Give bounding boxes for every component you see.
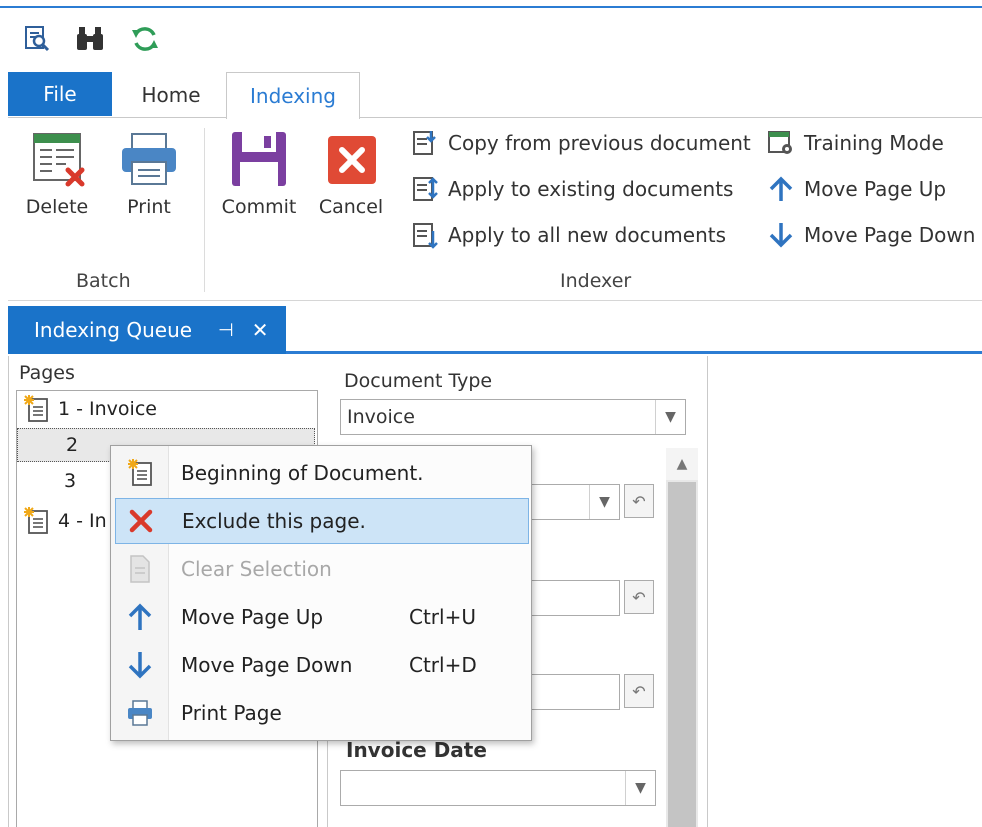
context-menu: Beginning of Document. Exclude this page… [110, 445, 532, 741]
scroll-up-button[interactable]: ▲ [666, 448, 698, 480]
document-type-label: Document Type [344, 370, 493, 392]
tree-item-label: 2 [66, 434, 79, 456]
training-mode-icon [766, 128, 796, 158]
menu-item-clear-selection[interactable]: Clear Selection [115, 546, 529, 592]
new-document-icon [22, 506, 50, 536]
menu-item-label: Beginning of Document. [181, 461, 424, 485]
refresh-icon[interactable] [130, 24, 160, 54]
close-icon[interactable]: ✕ [252, 318, 269, 342]
menu-item-label: Move Page Down [181, 653, 353, 677]
ribbon-separator [204, 128, 205, 292]
ribbon-move-page-down-button[interactable]: Move Page Down [766, 220, 975, 250]
undo-field-button[interactable]: ↶ [624, 484, 654, 518]
apply-existing-icon [410, 174, 440, 204]
menu-item-label: Exclude this page. [182, 509, 366, 533]
apply-existing-label: Apply to existing documents [448, 177, 734, 201]
apply-new-icon [410, 220, 440, 250]
pages-label: Pages [19, 362, 75, 384]
copy-document-icon [410, 128, 440, 158]
arrow-down-icon [115, 650, 165, 680]
blank-page-icon [115, 554, 165, 584]
indexing-queue-title: Indexing Queue [34, 318, 193, 342]
invoice-date-label: Invoice Date [346, 738, 487, 762]
cancel-button[interactable]: Cancel [314, 130, 388, 218]
tab-home[interactable]: Home [118, 72, 224, 118]
chevron-down-icon[interactable]: ▼ [655, 400, 685, 434]
menu-item-shortcut: Ctrl+D [409, 653, 477, 677]
red-x-icon [116, 508, 166, 534]
print-label: Print [127, 196, 171, 218]
invoice-date-select[interactable]: ▼ [340, 770, 656, 806]
copy-previous-label: Copy from previous document [448, 131, 751, 155]
tree-item-label: 3 [64, 470, 77, 492]
new-document-icon [115, 458, 165, 488]
tab-indexing[interactable]: Indexing [226, 72, 360, 119]
batch-group-label: Batch [76, 270, 131, 292]
undo-field-button[interactable]: ↶ [624, 674, 654, 708]
menu-item-move-page-up[interactable]: Move Page Up Ctrl+U [115, 594, 529, 640]
tree-item-page-4[interactable]: 4 - In [22, 506, 107, 536]
ribbon-move-page-up-button[interactable]: Move Page Up [766, 174, 946, 204]
window-top-bar [0, 0, 982, 8]
move-page-up-label: Move Page Up [804, 177, 947, 201]
tab-file[interactable]: File [8, 72, 112, 116]
chevron-down-icon[interactable]: ▼ [589, 485, 619, 519]
menu-item-label: Print Page [181, 701, 282, 725]
chevron-down-icon[interactable]: ▼ [625, 771, 655, 805]
delete-label: Delete [25, 196, 89, 218]
tree-item-label: 1 - Invoice [58, 398, 157, 420]
search-document-icon[interactable] [22, 24, 52, 54]
delete-button[interactable]: Delete [20, 130, 94, 218]
tree-item-page-1[interactable]: 1 - Invoice [22, 394, 157, 424]
document-type-select[interactable]: Invoice ▼ [340, 399, 686, 435]
menu-item-label: Move Page Up [181, 605, 324, 629]
copy-previous-button[interactable]: Copy from previous document [410, 128, 751, 158]
training-mode-button[interactable]: Training Mode [766, 128, 944, 158]
menu-item-print-page[interactable]: Print Page [115, 690, 529, 736]
delete-batch-icon [33, 133, 85, 187]
arrow-up-icon [115, 602, 165, 632]
apply-existing-button[interactable]: Apply to existing documents [410, 174, 733, 204]
apply-new-label: Apply to all new documents [448, 223, 727, 247]
tree-item-label: 4 - In [58, 510, 107, 532]
cancel-x-icon [328, 136, 376, 184]
undo-field-button[interactable]: ↶ [624, 580, 654, 614]
commit-label: Commit [221, 196, 297, 218]
document-type-value: Invoice [347, 406, 415, 428]
binoculars-icon[interactable] [74, 24, 106, 54]
menu-item-exclude-page[interactable]: Exclude this page. [115, 498, 529, 544]
quick-access-toolbar [0, 10, 982, 72]
ribbon-tab-row: File Home Indexing [0, 72, 982, 119]
arrow-up-icon [766, 174, 796, 204]
menu-item-label: Clear Selection [181, 557, 332, 581]
apply-new-button[interactable]: Apply to all new documents [410, 220, 726, 250]
tree-item-page-3[interactable]: 3 [64, 470, 76, 492]
save-disk-icon [232, 132, 286, 186]
menu-item-beginning-of-document[interactable]: Beginning of Document. [115, 450, 529, 496]
printer-icon [122, 133, 176, 185]
commit-button[interactable]: Commit [220, 130, 298, 218]
move-page-down-label: Move Page Down [804, 223, 976, 247]
ribbon-panel: Delete Print Batch Commit Cancel Copy fr… [8, 117, 982, 301]
pin-icon[interactable]: ⊣ [218, 320, 234, 341]
indexing-queue-tab[interactable]: Indexing Queue ⊣ ✕ [8, 306, 286, 354]
printer-icon [115, 699, 165, 727]
menu-item-move-page-down[interactable]: Move Page Down Ctrl+D [115, 642, 529, 688]
menu-item-shortcut: Ctrl+U [409, 605, 476, 629]
training-mode-label: Training Mode [804, 131, 944, 155]
arrow-down-icon [766, 220, 796, 250]
scrollbar-thumb[interactable] [668, 482, 696, 827]
cancel-label: Cancel [318, 196, 384, 218]
new-document-icon [22, 394, 50, 424]
indexer-group-label: Indexer [560, 270, 632, 292]
print-button[interactable]: Print [112, 130, 186, 218]
